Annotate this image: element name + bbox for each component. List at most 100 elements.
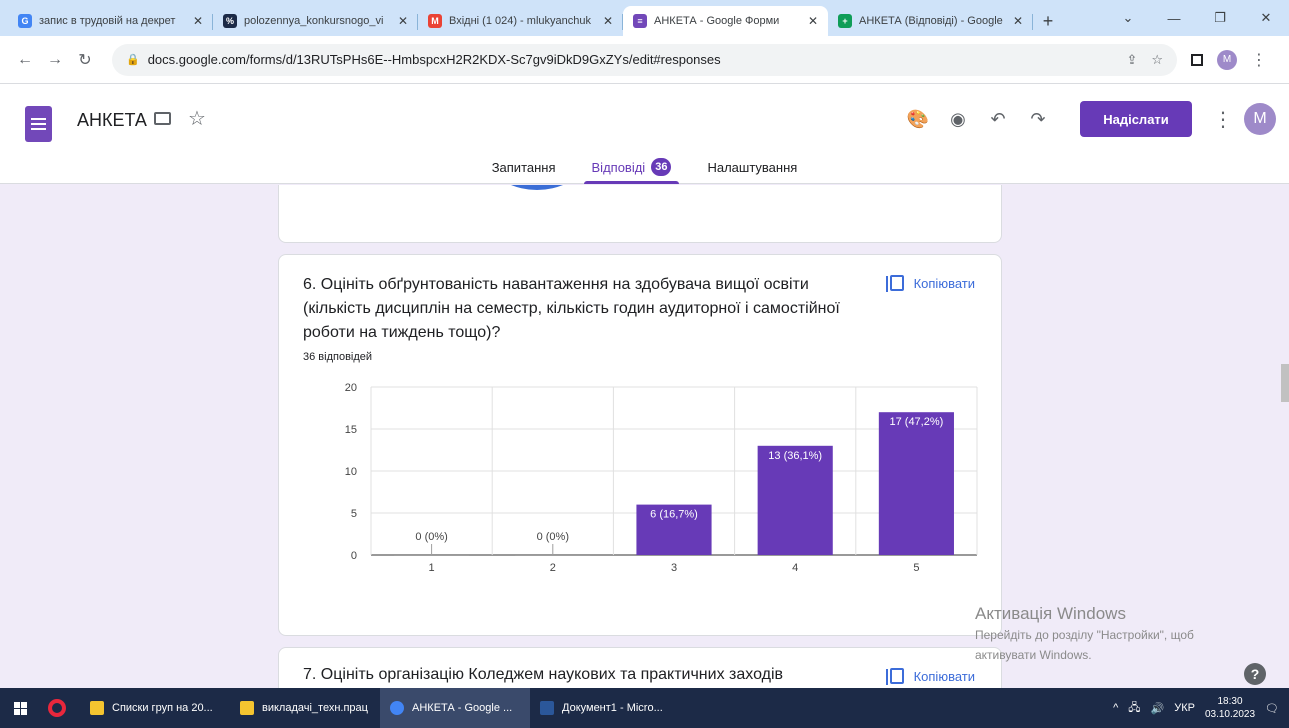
browser-tab-title: АНКЕТА - Google Форми — [654, 15, 780, 27]
window-controls: ⌄ — ❐ ✕ — [1105, 0, 1289, 36]
taskbar-item-label: АНКЕТА - Google ... — [412, 702, 513, 714]
file-icon: % — [223, 14, 237, 28]
close-window-button[interactable]: ✕ — [1243, 10, 1289, 26]
question-title: 7. Оцініть організацію Коледжем наукових… — [303, 666, 784, 683]
star-icon[interactable]: ☆ — [188, 106, 206, 131]
folder-icon[interactable] — [154, 112, 171, 125]
restore-button[interactable]: ❐ — [1197, 10, 1243, 26]
x-tick-label: 1 — [429, 562, 435, 574]
profile-avatar[interactable]: M — [1217, 49, 1237, 70]
copy-chart-button[interactable]: Копіювати — [885, 668, 975, 685]
windows-start-icon[interactable] — [0, 701, 40, 715]
browser-tab-1[interactable]: G запис в трудовій на декрет ✕ — [8, 6, 213, 36]
share-icon[interactable]: ⇪ — [1126, 52, 1137, 68]
network-icon[interactable]: 🖧 — [1128, 699, 1140, 718]
redo-icon[interactable]: ↷ — [1018, 109, 1058, 130]
close-icon[interactable]: ✕ — [193, 14, 203, 28]
back-icon[interactable]: ← — [10, 51, 40, 69]
bar — [394, 555, 470, 556]
browser-tab-2[interactable]: % polozennya_konkursnogo_vi ✕ — [213, 6, 418, 36]
help-icon[interactable]: ? — [1244, 663, 1266, 685]
undo-icon[interactable]: ↶ — [978, 109, 1018, 130]
folder-icon — [90, 701, 104, 715]
windows-taskbar: Списки груп на 20... викладачі_техн.прац… — [0, 688, 1289, 728]
scrollbar-thumb[interactable] — [1281, 364, 1289, 402]
side-panel-icon[interactable] — [1191, 53, 1203, 66]
browser-tab-title: polozennya_konkursnogo_vi — [244, 15, 384, 27]
browser-menu-icon[interactable]: ⋮ — [1251, 50, 1267, 70]
clock[interactable]: 18:30 03.10.2023 — [1205, 695, 1255, 721]
form-title[interactable]: АНКЕТА — [77, 110, 147, 131]
preview-eye-icon[interactable]: ◉ — [938, 109, 978, 130]
y-tick-label: 10 — [345, 466, 357, 478]
bookmark-star-icon[interactable]: ☆ — [1151, 52, 1163, 68]
tab-responses[interactable]: Відповіді 36 — [583, 150, 680, 184]
clock-date: 03.10.2023 — [1204, 709, 1256, 720]
forms-icon: ≡ — [633, 14, 647, 28]
x-tick-label: 4 — [792, 562, 798, 574]
url-text[interactable]: docs.google.com/forms/d/13RUTsPHs6E--Hmb… — [148, 52, 1119, 67]
data-label: 6 (16,7%) — [650, 509, 698, 521]
x-tick-label: 2 — [550, 562, 556, 574]
x-tick-label: 5 — [913, 562, 919, 574]
taskbar-item-active[interactable]: АНКЕТА - Google ... — [380, 688, 530, 728]
opera-icon[interactable] — [48, 699, 66, 717]
close-icon[interactable]: ✕ — [398, 14, 408, 28]
notifications-icon[interactable]: 🗨 — [1265, 702, 1279, 715]
forward-icon[interactable]: → — [40, 51, 70, 69]
tab-label: Відповіді — [591, 159, 646, 175]
browser-tab-5[interactable]: + АНКЕТА (Відповіді) - Google ✕ — [828, 6, 1033, 36]
chevron-up-icon[interactable]: ^ — [1113, 702, 1118, 714]
chrome-icon — [390, 701, 404, 715]
tab-questions[interactable]: Запитання — [484, 150, 564, 184]
forms-logo-icon[interactable] — [25, 106, 52, 142]
close-icon[interactable]: ✕ — [603, 14, 613, 28]
copy-label: Копіювати — [913, 275, 975, 291]
copy-chart-button[interactable]: Копіювати — [885, 275, 975, 292]
data-label: 0 (0%) — [415, 531, 447, 543]
address-bar[interactable]: 🔒 docs.google.com/forms/d/13RUTsPHs6E--H… — [112, 43, 1177, 76]
watermark-title: Активація Windows — [975, 604, 1126, 623]
send-button[interactable]: Надіслати — [1080, 101, 1192, 137]
taskbar-item-label: Списки груп на 20... — [112, 702, 213, 714]
system-tray: ^ 🖧 🔊 УКР 18:30 03.10.2023 🗨 — [1113, 695, 1289, 721]
tab-label: Налаштування — [707, 159, 798, 175]
lock-icon: 🔒 — [126, 54, 140, 66]
browser-tab-title: АНКЕТА (Відповіді) - Google — [859, 15, 1003, 27]
close-icon[interactable]: ✕ — [1013, 14, 1023, 28]
sheets-icon: + — [838, 14, 852, 28]
y-tick-label: 5 — [351, 508, 357, 520]
language-indicator[interactable]: УКР — [1174, 702, 1195, 714]
browser-tab-title: Вхідні (1 024) - mlukyanchuk — [449, 15, 591, 27]
bar-chart: 0 5 10 15 20 1 0 (0%) 2 0 (0%) 3 6 (16,7%) 4 13 (36,… — [345, 382, 978, 574]
reload-icon[interactable]: ↻ — [70, 50, 100, 70]
taskbar-item[interactable]: Списки груп на 20... — [80, 688, 230, 728]
browser-tab-3[interactable]: M Вхідні (1 024) - mlukyanchuk ✕ — [418, 6, 623, 36]
browser-tab-strip: G запис в трудовій на декрет ✕ % polozen… — [0, 0, 1289, 36]
close-icon[interactable]: ✕ — [808, 14, 818, 28]
responses-count-badge: 36 — [651, 158, 672, 176]
y-tick-label: 0 — [351, 550, 357, 562]
forms-header: АНКЕТА ☆ 🎨 ◉ ↶ ↷ Надіслати ⋮ M Запитання… — [0, 84, 1289, 184]
new-tab-button[interactable]: + — [1033, 6, 1063, 36]
browser-toolbar: ← → ↻ 🔒 docs.google.com/forms/d/13RUTsPH… — [0, 36, 1289, 84]
more-options-icon[interactable]: ⋮ — [1204, 107, 1242, 132]
taskbar-item[interactable]: викладачі_техн.прац — [230, 688, 380, 728]
account-avatar[interactable]: M — [1244, 103, 1276, 135]
watermark-text: активувати Windows. — [975, 648, 1092, 662]
data-label: 13 (36,1%) — [768, 450, 822, 462]
browser-tab-4-active[interactable]: ≡ АНКЕТА - Google Форми ✕ — [623, 6, 828, 36]
minimize-button[interactable]: — — [1151, 11, 1197, 26]
taskbar-item-label: викладачі_техн.прац — [262, 702, 368, 714]
tab-label: Запитання — [491, 159, 556, 175]
x-tick-label: 3 — [671, 562, 677, 574]
palette-icon[interactable]: 🎨 — [898, 109, 938, 130]
gmail-icon: M — [428, 14, 442, 28]
tab-search-button[interactable]: ⌄ — [1105, 10, 1151, 26]
tab-settings[interactable]: Налаштування — [699, 150, 805, 184]
data-label: 0 (0%) — [537, 531, 569, 543]
copy-label: Копіювати — [913, 668, 975, 684]
volume-icon[interactable]: 🔊 — [1151, 702, 1165, 715]
watermark-text: Перейдіть до розділу "Настройки", щоб — [975, 628, 1194, 642]
taskbar-item[interactable]: Документ1 - Micro... — [530, 688, 680, 728]
